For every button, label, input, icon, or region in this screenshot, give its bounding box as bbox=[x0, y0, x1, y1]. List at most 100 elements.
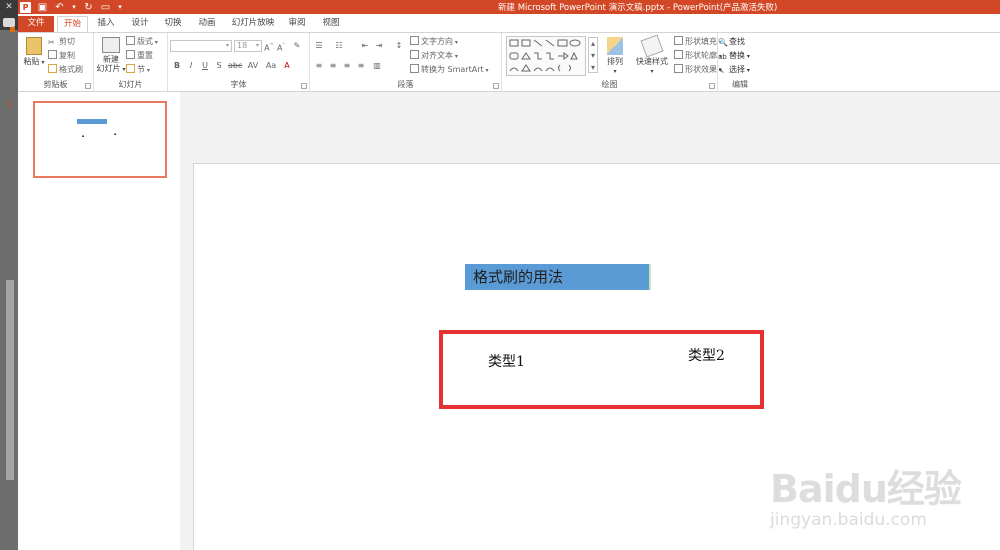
customize-qat-icon[interactable]: ▾ bbox=[117, 2, 123, 13]
powerpoint-app-icon: P bbox=[20, 1, 31, 13]
tab-slide-show[interactable]: 幻灯片放映 bbox=[230, 16, 276, 32]
start-from-beginning-icon[interactable]: ▭ bbox=[100, 2, 111, 13]
shape-effects-button[interactable]: 形状效果 ▾ bbox=[674, 64, 722, 76]
watermark-brand: Baidu经验 bbox=[770, 467, 962, 511]
change-case-icon[interactable]: Aa bbox=[264, 61, 278, 71]
columns-icon[interactable]: ▥ bbox=[372, 61, 382, 71]
copy-icon bbox=[48, 50, 57, 59]
text-direction-button[interactable]: 文字方向 ▾ bbox=[410, 36, 458, 48]
numbering-icon[interactable]: ☷ bbox=[334, 41, 344, 51]
undo-icon[interactable]: ↶ bbox=[54, 2, 65, 13]
thumbnail-text2-mini: ▪ bbox=[114, 132, 117, 136]
thumbnail-title-mini bbox=[77, 119, 107, 124]
underline-icon[interactable]: U bbox=[200, 61, 210, 71]
convert-smartart-button[interactable]: 转换为 SmartArt ▾ bbox=[410, 64, 489, 76]
align-right-icon[interactable]: ≡ bbox=[342, 61, 352, 71]
layout-button[interactable]: 版式 ▾ bbox=[126, 36, 158, 48]
ribbon: 粘贴 ▾ ✂ 剪切 复制 格式刷 剪贴板 新建 幻灯片 ▾ 版式 ▾ 重置 节 ▾… bbox=[18, 32, 1000, 92]
grow-font-icon[interactable]: A^ bbox=[264, 41, 274, 53]
copy-button[interactable]: 复制 bbox=[48, 50, 75, 61]
align-center-icon[interactable]: ≡ bbox=[328, 61, 338, 71]
increase-indent-icon[interactable]: ⇥ bbox=[374, 41, 384, 51]
font-name-combobox[interactable]: ▾ bbox=[170, 40, 232, 52]
strikethrough-icon[interactable]: abc bbox=[228, 61, 242, 71]
tab-animations[interactable]: 动画 bbox=[195, 16, 219, 32]
thumbnail-text1-mini: ▪ bbox=[82, 134, 85, 138]
tab-review[interactable]: 审阅 bbox=[285, 16, 309, 32]
editing-group: 🔍查找 ab 替换 ▾ ↖ 选择 ▾ 编辑 bbox=[718, 33, 762, 91]
title-bar: P ▣ ↶ ▾ ↻ ▭ ▾ 新建 Microsoft PowerPoint 演示… bbox=[18, 0, 1000, 14]
scissors-icon: ✂ bbox=[48, 38, 55, 47]
align-text-button[interactable]: 对齐文本 ▾ bbox=[410, 50, 458, 62]
cut-button[interactable]: ✂ 剪切 bbox=[48, 36, 75, 47]
cut-label: 剪切 bbox=[59, 37, 75, 46]
slide-thumbnail[interactable]: ▪ ▪ bbox=[33, 101, 167, 178]
undo-dropdown-icon[interactable]: ▾ bbox=[71, 2, 77, 13]
tab-view[interactable]: 视图 bbox=[319, 16, 343, 32]
tab-home[interactable]: 开始 bbox=[57, 16, 88, 32]
arrange-button[interactable]: 排列 ▾ bbox=[602, 37, 628, 76]
slides-group: 新建 幻灯片 ▾ 版式 ▾ 重置 节 ▾ 幻灯片 bbox=[94, 33, 168, 91]
quick-styles-button[interactable]: 快速样式 ▾ bbox=[632, 34, 672, 76]
strip-top: ✕ bbox=[0, 0, 18, 32]
new-slide-label-2: 幻灯片 bbox=[96, 64, 121, 73]
slide-title-textbox[interactable]: 格式刷的用法 bbox=[465, 264, 651, 290]
save-icon[interactable]: ▣ bbox=[37, 2, 48, 13]
copy-label: 复制 bbox=[59, 51, 75, 60]
justify-icon[interactable]: ≡ bbox=[356, 61, 366, 71]
shape-effects-label: 形状效果 bbox=[685, 65, 717, 74]
reset-button[interactable]: 重置 bbox=[126, 50, 153, 61]
align-left-icon[interactable]: ≡ bbox=[314, 61, 324, 71]
format-painter-label: 格式刷 bbox=[59, 65, 83, 74]
shape-fill-button[interactable]: 形状填充 ▾ bbox=[674, 36, 722, 48]
find-label: 查找 bbox=[729, 37, 745, 46]
bold-icon[interactable]: B bbox=[172, 61, 182, 71]
strip-scrollbar[interactable] bbox=[6, 280, 14, 480]
shapes-gallery-scroll[interactable]: ▴ ▾ ▾ bbox=[588, 37, 598, 73]
redo-icon[interactable]: ↻ bbox=[83, 2, 94, 13]
replace-button[interactable]: ab 替换 ▾ bbox=[718, 50, 750, 62]
find-button[interactable]: 🔍查找 bbox=[718, 36, 745, 47]
format-painter-button[interactable]: 格式刷 bbox=[48, 64, 83, 75]
paste-button[interactable]: 粘贴 ▾ bbox=[22, 37, 46, 67]
text-direction-icon bbox=[410, 36, 419, 45]
reset-label: 重置 bbox=[137, 51, 153, 60]
font-launcher-icon[interactable] bbox=[301, 83, 307, 89]
font-size-combobox[interactable]: 18 ▾ bbox=[234, 40, 262, 52]
shape-outline-button[interactable]: 形状轮廓 ▾ bbox=[674, 50, 722, 62]
shape-fill-label: 形状填充 bbox=[685, 37, 717, 46]
select-button[interactable]: ↖ 选择 ▾ bbox=[718, 64, 750, 76]
italic-icon[interactable]: I bbox=[186, 61, 196, 71]
editing-group-label: 编辑 bbox=[732, 80, 748, 89]
shapes-gallery-icons bbox=[509, 39, 581, 72]
section-icon bbox=[126, 64, 135, 73]
shapes-gallery[interactable] bbox=[506, 36, 586, 76]
font-color-icon[interactable]: A bbox=[282, 61, 292, 71]
line-spacing-icon[interactable]: ↕ bbox=[394, 41, 404, 51]
align-text-label: 对齐文本 bbox=[421, 51, 453, 60]
text-shadow-icon[interactable]: S bbox=[214, 61, 224, 71]
tab-file[interactable]: 文件 bbox=[18, 16, 54, 32]
section-button[interactable]: 节 ▾ bbox=[126, 64, 150, 76]
new-slide-icon bbox=[102, 37, 120, 53]
paragraph-launcher-icon[interactable] bbox=[493, 83, 499, 89]
tab-transitions[interactable]: 切换 bbox=[161, 16, 185, 32]
new-slide-button[interactable]: 新建 幻灯片 ▾ bbox=[96, 37, 126, 74]
shape-outline-label: 形状轮廓 bbox=[685, 51, 717, 60]
chat-icon[interactable] bbox=[3, 18, 15, 27]
align-text-icon bbox=[410, 50, 419, 59]
type1-textbox[interactable]: 类型1 bbox=[488, 351, 525, 371]
clipboard-launcher-icon[interactable] bbox=[85, 83, 91, 89]
fill-icon bbox=[674, 36, 683, 45]
clear-formatting-icon[interactable]: ✎ bbox=[292, 41, 302, 51]
bullets-icon[interactable]: ☰ bbox=[314, 41, 324, 51]
notification-icon bbox=[10, 27, 15, 32]
character-spacing-icon[interactable]: AV bbox=[246, 61, 260, 71]
type2-textbox[interactable]: 类型2 bbox=[688, 345, 725, 365]
shrink-font-icon[interactable]: A˅ bbox=[276, 41, 286, 53]
tab-design[interactable]: 设计 bbox=[128, 16, 152, 32]
drawing-launcher-icon[interactable] bbox=[709, 83, 715, 89]
close-icon[interactable]: ✕ bbox=[4, 2, 14, 12]
decrease-indent-icon[interactable]: ⇤ bbox=[360, 41, 370, 51]
tab-insert[interactable]: 插入 bbox=[94, 16, 118, 32]
